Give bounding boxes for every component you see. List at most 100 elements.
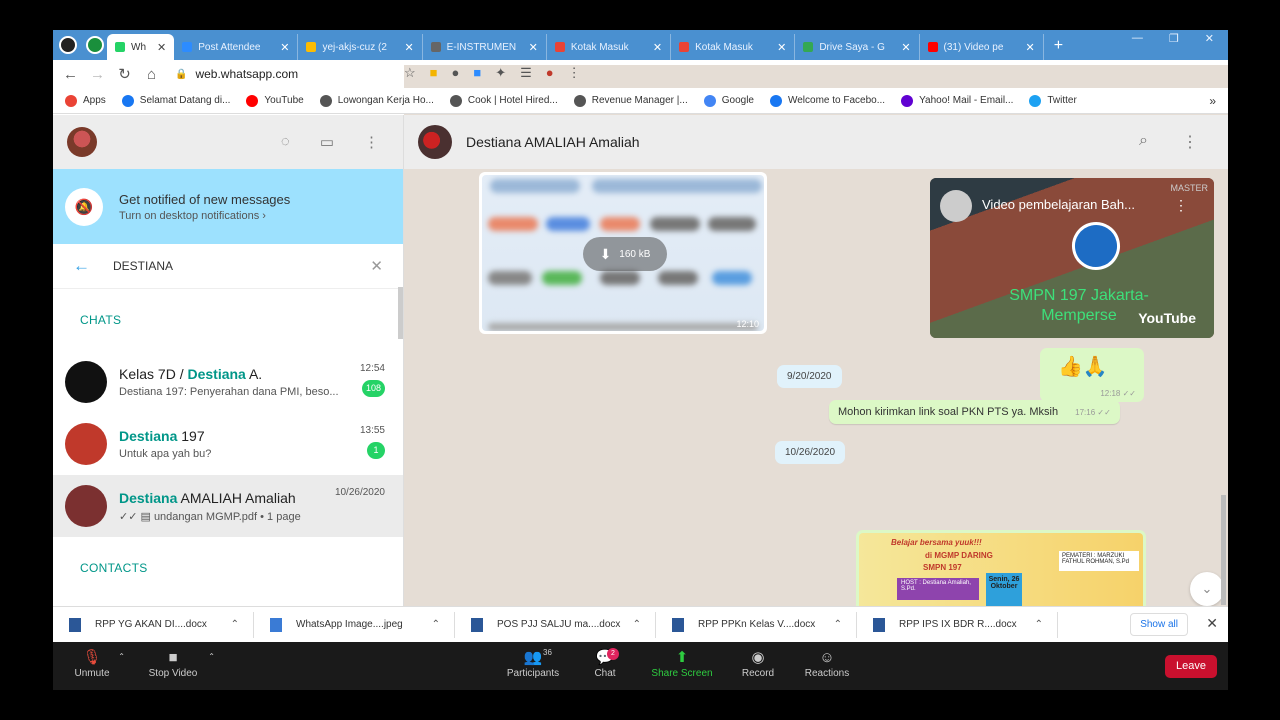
minimize-icon[interactable]: — xyxy=(1132,32,1143,45)
chat-list-item[interactable]: Destiana AMALIAH Amaliah ✓✓ ▤ undangan MG… xyxy=(53,475,403,537)
lock-icon[interactable]: 🔒 xyxy=(175,69,187,80)
download-options-caret[interactable]: ⌃ xyxy=(231,619,239,630)
image-message[interactable]: ⬇ 160 kB 12:10 xyxy=(479,172,767,334)
chat-name-suffix: AMALIAH Amaliah xyxy=(177,489,296,506)
conversation-header[interactable]: Destiana AMALIAH Amaliah ⌕ ⋮ xyxy=(404,115,1228,169)
chat-button[interactable]: 💬 2 Chat xyxy=(592,648,619,679)
browser-tab[interactable]: Wh ✕ xyxy=(107,34,175,60)
tab-favicon xyxy=(927,42,938,52)
forward-icon[interactable]: → xyxy=(84,66,111,83)
bookmark-item[interactable]: Welcome to Facebo... xyxy=(769,94,886,107)
close-tab-icon[interactable]: ✕ xyxy=(653,41,662,54)
maximize-icon[interactable]: ❐ xyxy=(1169,32,1179,45)
bookmarks-more-icon[interactable]: » xyxy=(1209,94,1216,108)
browser-tab[interactable]: Kotak Masuk ✕ xyxy=(671,34,796,60)
bookmark-item[interactable]: Yahoo! Mail - Email... xyxy=(901,94,1013,107)
download-item[interactable]: RPP IPS IX BDR R....docx ⌃ xyxy=(857,611,1058,638)
download-item[interactable]: POS PJJ SALJU ma....docx ⌃ xyxy=(455,611,656,638)
search-icon[interactable]: ⌕ xyxy=(1139,132,1148,152)
bell-off-icon: 🔕 xyxy=(65,187,103,226)
browser-tab[interactable]: yej-akjs-cuz (2 ✕ xyxy=(298,34,423,60)
close-tab-icon[interactable]: ✕ xyxy=(901,41,910,54)
chat-list-item[interactable]: Kelas 7D / Destiana A. Destiana 197: Peny… xyxy=(53,351,403,413)
poster-image-message[interactable]: Belajar bersama yuuk!!! di MGMP DARING S… xyxy=(856,530,1146,606)
video-options-caret[interactable]: ⌃ xyxy=(208,652,215,661)
my-avatar[interactable] xyxy=(67,127,97,157)
bookmark-item[interactable]: Twitter xyxy=(1029,94,1077,107)
youtube-video-message[interactable]: Video pembelajaran Bah... ⋮ MASTER SMPN … xyxy=(930,178,1214,338)
browser-tab[interactable]: Kotak Masuk ✕ xyxy=(547,34,672,60)
notification-banner[interactable]: 🔕 Get notified of new messages Turn on d… xyxy=(53,169,403,244)
bookmark-item[interactable]: YouTube xyxy=(246,94,304,107)
record-button[interactable]: ◉ Record xyxy=(741,648,775,679)
close-tab-icon[interactable]: ✕ xyxy=(404,41,413,54)
emoji-message[interactable]: 👍🙏 12:18 ✓✓ xyxy=(1040,348,1144,402)
tab-favicon xyxy=(182,42,193,52)
download-options-caret[interactable]: ⌃ xyxy=(633,619,641,630)
close-tab-icon[interactable]: ✕ xyxy=(157,41,166,54)
close-tab-icon[interactable]: ✕ xyxy=(1026,41,1035,54)
new-tab-button[interactable]: + xyxy=(1054,37,1063,55)
browser-tab[interactable]: E-INSTRUMEN ✕ xyxy=(423,34,547,60)
download-options-caret[interactable]: ⌃ xyxy=(834,619,842,630)
close-window-icon[interactable]: ✕ xyxy=(1205,32,1214,45)
close-downloads-icon[interactable]: ✕ xyxy=(1206,615,1218,632)
download-options-caret[interactable]: ⌃ xyxy=(1035,619,1043,630)
new-chat-icon[interactable]: ▭ xyxy=(320,133,334,151)
close-tab-icon[interactable]: ✕ xyxy=(280,41,289,54)
menu-icon[interactable]: ⋮ xyxy=(1182,132,1198,152)
chat-name-suffix: 197 xyxy=(177,428,205,444)
sidebar-scrollbar[interactable] xyxy=(398,287,403,339)
search-input[interactable] xyxy=(113,259,371,273)
browser-tab[interactable]: Drive Saya - G ✕ xyxy=(795,34,920,60)
browser-tab[interactable]: (31) Video pe ✕ xyxy=(920,34,1044,60)
audio-options-caret[interactable]: ⌃ xyxy=(118,652,125,661)
download-options-caret[interactable]: ⌃ xyxy=(432,619,440,630)
contact-avatar[interactable] xyxy=(418,125,452,159)
message-time: 12:18 ✓✓ xyxy=(1100,389,1136,398)
text-message[interactable]: Mohon kirimkan link soal PKN PTS ya. Mks… xyxy=(829,400,1120,424)
bookmark-item[interactable]: Lowongan Kerja Ho... xyxy=(319,94,434,107)
extension-icon[interactable] xyxy=(59,36,77,54)
downloads-bar: RPP YG AKAN DI....docx ⌃ WhatsApp Image...… xyxy=(53,606,1228,642)
conversation-scrollbar[interactable] xyxy=(1221,495,1226,605)
stop-video-button[interactable]: ■ Stop Video ⌃ xyxy=(145,648,215,679)
download-item[interactable]: WhatsApp Image....jpeg ⌃ xyxy=(254,611,455,638)
download-item[interactable]: RPP YG AKAN DI....docx ⌃ xyxy=(53,611,254,638)
back-icon[interactable]: ← xyxy=(57,66,84,83)
leave-button[interactable]: Leave xyxy=(1165,655,1217,678)
participants-button[interactable]: 👥 36 Participants xyxy=(505,648,561,679)
url-text[interactable]: web.whatsapp.com xyxy=(195,67,298,81)
close-tab-icon[interactable]: ✕ xyxy=(529,41,538,54)
bookmark-item[interactable]: Apps xyxy=(65,94,106,107)
bookmark-item[interactable]: Selamat Datang di... xyxy=(121,94,230,107)
scroll-down-button[interactable]: ⌄ xyxy=(1190,572,1224,606)
contacts-section-label: CONTACTS xyxy=(80,561,148,575)
reactions-button[interactable]: ☺ Reactions xyxy=(804,648,850,679)
download-button[interactable]: ⬇ 160 kB xyxy=(583,237,667,271)
close-tab-icon[interactable]: ✕ xyxy=(777,41,786,54)
bookmark-label: Apps xyxy=(83,95,106,106)
bookmark-favicon xyxy=(449,94,462,107)
home-icon[interactable]: ⌂ xyxy=(138,66,165,83)
video-menu-icon[interactable]: ⋮ xyxy=(1174,197,1188,214)
share-screen-button[interactable]: ⬆ Share Screen xyxy=(651,648,713,679)
bookmark-item[interactable]: Google xyxy=(703,94,754,107)
menu-icon[interactable]: ⋮ xyxy=(364,133,379,151)
browser-tab[interactable]: Post Attendee ✕ xyxy=(174,34,299,60)
status-icon[interactable]: ◌ xyxy=(281,133,290,151)
shield-icon[interactable] xyxy=(86,36,104,54)
back-arrow-icon[interactable]: ← xyxy=(73,256,113,276)
word-document-icon xyxy=(270,617,282,632)
bookmark-item[interactable]: Revenue Manager |... xyxy=(573,94,688,107)
show-all-button[interactable]: Show all xyxy=(1130,613,1188,636)
bookmark-item[interactable]: Cook | Hotel Hired... xyxy=(449,94,558,107)
chat-list-item[interactable]: Destiana 197 Untuk apa yah bu? 13:55 1 xyxy=(53,413,403,475)
clear-icon[interactable]: ✕ xyxy=(370,257,383,275)
unmute-button[interactable]: 🎙 Unmute ⌃ xyxy=(73,648,125,679)
bookmark-label: Welcome to Facebo... xyxy=(787,95,886,106)
reload-icon[interactable]: ↻ xyxy=(111,65,138,83)
notification-link[interactable]: Turn on desktop notifications › xyxy=(119,210,290,222)
download-item[interactable]: RPP PPKn Kelas V....docx ⌃ xyxy=(656,611,857,638)
tab-bar: Wh ✕ Post Attendee ✕ yej-akjs-cuz (2 ✕ E-INSTR… xyxy=(53,30,1228,60)
